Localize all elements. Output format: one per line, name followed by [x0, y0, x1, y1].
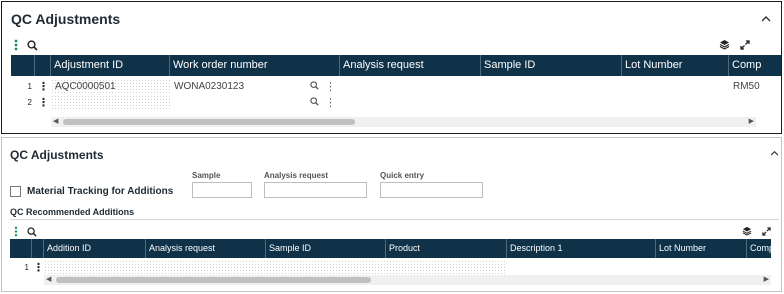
horizontal-scrollbar[interactable]: ◀ ▶: [44, 275, 771, 285]
material-tracking-checkbox[interactable]: [10, 186, 21, 197]
scrollbar-thumb[interactable]: [56, 277, 371, 283]
row-number-header: [11, 55, 35, 76]
search-icon[interactable]: [310, 95, 319, 111]
row-number-header: [10, 239, 32, 258]
row-action-header: [35, 55, 51, 76]
qc-adjustments-detail-panel: QC Adjustments Material Tracking for Add…: [1, 137, 782, 292]
grid-toolbar-right: [719, 39, 750, 50]
column-header-addition-id[interactable]: Addition ID: [44, 239, 146, 258]
qc-adjustments-panel: QC Adjustments Adjustment ID Work order …: [1, 1, 782, 134]
table-row[interactable]: 1 ⋮ AQC0000501 WONA0230123 ⋮ RM50: [11, 79, 781, 95]
column-header-lot-number[interactable]: Lot Number: [656, 239, 747, 258]
column-header-analysis-request[interactable]: Analysis request: [340, 55, 481, 76]
adjustment-id-cell[interactable]: AQC0000501: [51, 79, 170, 95]
layers-icon[interactable]: [719, 39, 730, 50]
chevron-up-icon[interactable]: [761, 13, 771, 25]
analysis-request-cell[interactable]: [340, 95, 481, 111]
scroll-right-icon[interactable]: ▶: [764, 275, 769, 285]
column-header-comp[interactable]: Comp: [747, 239, 771, 258]
search-icon[interactable]: [310, 79, 319, 95]
panel-title: QC Adjustments: [10, 148, 104, 162]
grid-toolbar: [14, 39, 38, 51]
addition-row-cells[interactable]: [44, 260, 506, 276]
column-header-sample-id[interactable]: Sample ID: [481, 55, 622, 76]
search-icon[interactable]: [27, 226, 37, 237]
grid-toolbar: [14, 226, 37, 237]
search-icon[interactable]: [27, 39, 38, 51]
expand-icon[interactable]: [762, 226, 771, 236]
panel-title: QC Adjustments: [11, 11, 121, 27]
scroll-left-icon[interactable]: ◀: [53, 117, 58, 127]
row-number: 1: [24, 263, 29, 272]
comp-cell[interactable]: RM50: [729, 79, 781, 95]
vertical-dots-icon[interactable]: [14, 39, 18, 51]
row-menu-icon[interactable]: ⋮: [35, 79, 51, 95]
column-header-sample-id[interactable]: Sample ID: [266, 239, 386, 258]
column-header-adjustment-id[interactable]: Adjustment ID: [51, 55, 170, 76]
adjustments-grid: Adjustment ID Work order number Analysis…: [11, 55, 781, 131]
analysis-request-field[interactable]: [264, 182, 367, 198]
table-row[interactable]: 1 ⋮: [10, 260, 771, 276]
work-order-cell[interactable]: WONA0230123 ⋮: [170, 79, 340, 95]
row-menu-icon[interactable]: ⋮: [32, 260, 44, 276]
column-header-description-1[interactable]: Description 1: [507, 239, 656, 258]
analysis-request-cell[interactable]: [340, 79, 481, 95]
layers-icon[interactable]: [742, 226, 752, 236]
row-number: 1: [27, 82, 32, 91]
expand-icon[interactable]: [740, 39, 750, 50]
row-number: 2: [27, 98, 32, 107]
column-header-lot-number[interactable]: Lot Number: [622, 55, 729, 76]
grid-header: Addition ID Analysis request Sample ID P…: [10, 239, 771, 258]
table-row[interactable]: 2 ⋮ ⋮: [11, 95, 781, 111]
sample-id-cell[interactable]: [481, 95, 622, 111]
row-menu-icon[interactable]: ⋮: [35, 95, 51, 111]
grid-header: Adjustment ID Work order number Analysis…: [11, 55, 781, 76]
description-cell[interactable]: [506, 260, 655, 276]
vertical-dots-icon[interactable]: ⋮: [325, 79, 336, 95]
scroll-right-icon[interactable]: ▶: [749, 117, 754, 127]
vertical-dots-icon[interactable]: [14, 226, 18, 237]
recommended-additions-grid: Addition ID Analysis request Sample ID P…: [10, 239, 771, 289]
column-header-comp[interactable]: Comp: [729, 55, 781, 76]
grid-toolbar-right: [742, 226, 771, 236]
chevron-up-icon[interactable]: [770, 147, 779, 159]
scrollbar-thumb[interactable]: [63, 119, 355, 125]
horizontal-scrollbar[interactable]: ◀ ▶: [51, 117, 756, 127]
divider: [10, 219, 779, 220]
quick-entry-field[interactable]: [380, 182, 483, 198]
section-title: QC Recommended Additions: [10, 207, 135, 217]
work-order-cell[interactable]: ⋮: [170, 95, 340, 111]
vertical-dots-icon[interactable]: ⋮: [325, 95, 336, 111]
adjustment-id-cell[interactable]: [51, 95, 170, 111]
work-order-value: WONA0230123: [174, 81, 245, 92]
column-header-work-order-number[interactable]: Work order number: [170, 55, 340, 76]
lot-number-cell[interactable]: [622, 79, 729, 95]
cell-actions: ⋮: [310, 79, 336, 95]
column-header-analysis-request[interactable]: Analysis request: [146, 239, 266, 258]
sample-field[interactable]: [192, 182, 252, 198]
column-header-product[interactable]: Product: [386, 239, 507, 258]
analysis-request-label: Analysis request: [264, 171, 329, 180]
material-tracking-label: Material Tracking for Additions: [27, 186, 174, 197]
lot-number-cell[interactable]: [622, 95, 729, 111]
lot-number-cell[interactable]: [655, 260, 746, 276]
quick-entry-label: Quick entry: [380, 171, 425, 180]
sample-label: Sample: [192, 171, 221, 180]
sample-id-cell[interactable]: [481, 79, 622, 95]
row-action-header: [32, 239, 44, 258]
comp-cell[interactable]: [729, 95, 781, 111]
scroll-left-icon[interactable]: ◀: [46, 275, 51, 285]
cell-actions: ⋮: [310, 95, 336, 111]
